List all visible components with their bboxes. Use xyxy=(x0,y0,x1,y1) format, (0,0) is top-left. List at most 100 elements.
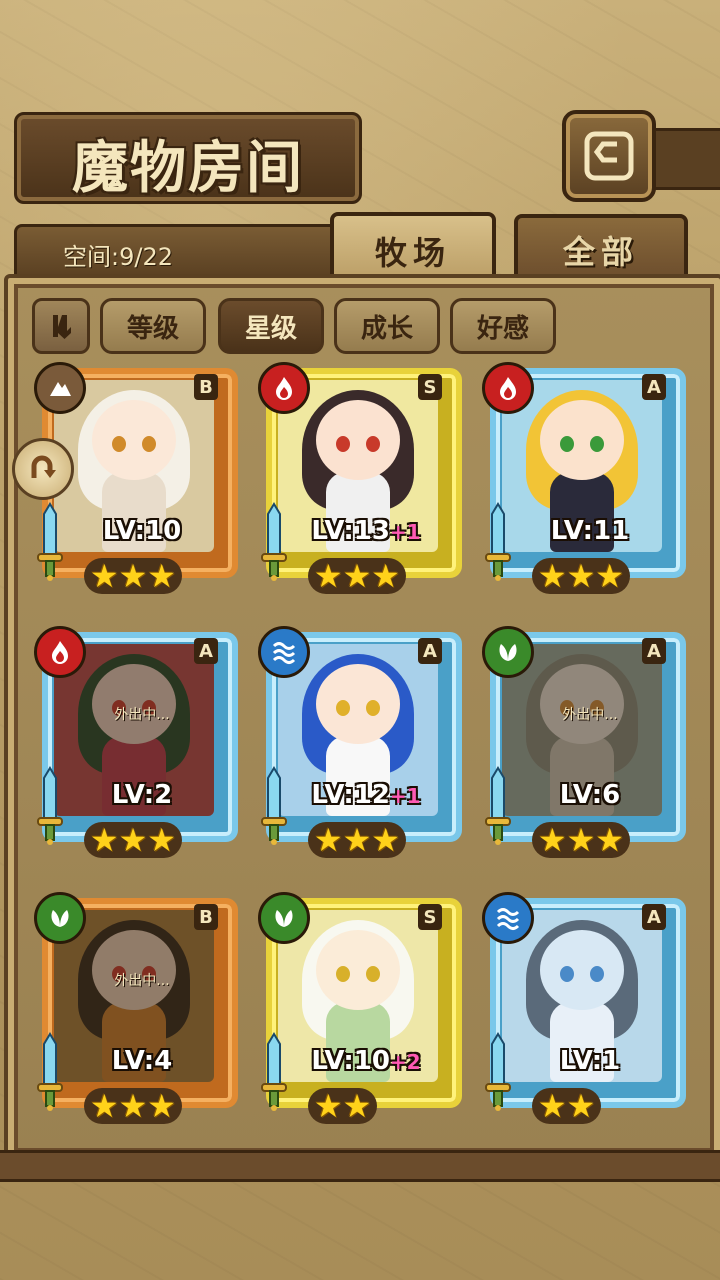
tab-all[interactable]: 全部 xyxy=(514,214,688,282)
level-label: LV:12+1 xyxy=(288,780,444,810)
sort-level-button[interactable]: 等级 xyxy=(100,298,206,354)
portrait-eye xyxy=(336,700,350,716)
pause-sort-icon xyxy=(53,315,71,339)
monster-card[interactable]: S LV:13+1 ★ ★ ★ xyxy=(258,362,462,594)
star-icon: ★ xyxy=(342,557,372,595)
star-icon: ★ xyxy=(118,1087,148,1125)
rank-badge: A xyxy=(642,904,666,930)
monster-card[interactable]: A LV:12+1 ★ ★ ★ xyxy=(258,626,462,858)
star-rating: ★ ★ ★ xyxy=(532,557,631,595)
portrait-face xyxy=(316,664,400,744)
monster-card[interactable]: A LV:1 ★ ★ xyxy=(482,892,686,1125)
sword-icon xyxy=(37,502,63,581)
portrait-eye xyxy=(366,700,380,716)
portrait-eye xyxy=(560,966,574,982)
level-value: LV:10 xyxy=(311,1046,390,1076)
fire-element-icon xyxy=(34,626,86,678)
portrait-face xyxy=(316,930,400,1010)
leaf-element-icon xyxy=(482,626,534,678)
portrait-face xyxy=(92,400,176,480)
sort-affection-button[interactable]: 好感 xyxy=(450,298,556,354)
level-value: LV:12 xyxy=(311,780,390,810)
star-rating: ★ ★ ★ xyxy=(308,557,407,595)
star-icon: ★ xyxy=(595,821,625,859)
portrait-eye xyxy=(112,436,126,452)
level-value: LV:13 xyxy=(311,516,390,546)
level-label: LV:11 xyxy=(512,516,668,546)
portrait-eye xyxy=(590,436,604,452)
sword-icon xyxy=(37,1032,63,1111)
monster-card[interactable]: S LV:10+2 ★ ★ xyxy=(258,892,462,1124)
rank-badge: B xyxy=(194,904,218,930)
away-status: 外出中... xyxy=(562,707,618,723)
capacity-bar: 空间:9/22 xyxy=(14,224,338,280)
star-icon: ★ xyxy=(118,557,148,595)
level-value: LV:1 xyxy=(559,1046,621,1076)
level-value: LV:6 xyxy=(559,780,621,810)
star-icon: ★ xyxy=(538,821,567,859)
level-label: LV:10 xyxy=(64,516,220,546)
water-element-icon xyxy=(482,892,534,944)
leaf-element-icon xyxy=(258,892,310,944)
level-value: LV:2 xyxy=(111,780,173,810)
sword-icon xyxy=(485,502,511,581)
sort-order-toggle[interactable] xyxy=(32,298,90,354)
rank-badge: B xyxy=(194,374,218,400)
sword-icon xyxy=(485,1032,511,1111)
page-title: 魔物房间 xyxy=(72,136,304,201)
curved-arrow-icon xyxy=(31,455,56,478)
star-icon: ★ xyxy=(538,1087,567,1125)
rank-badge: A xyxy=(642,374,666,400)
sort-star-button[interactable]: 星级 xyxy=(218,298,324,354)
level-label: LV:6 xyxy=(512,780,668,810)
portrait-eye xyxy=(590,966,604,982)
monster-card[interactable]: A LV:11 ★ ★ ★ xyxy=(482,362,686,594)
portrait-face xyxy=(540,400,624,480)
leaf-element-icon xyxy=(34,892,86,944)
star-icon: ★ xyxy=(147,821,177,859)
sword-icon xyxy=(37,766,63,845)
star-icon: ★ xyxy=(342,1087,372,1125)
portrait-eye xyxy=(366,436,380,452)
portrait-eye xyxy=(142,436,156,452)
rank-badge: A xyxy=(418,638,442,664)
star-icon: ★ xyxy=(314,821,343,859)
star-rating: ★ ★ ★ xyxy=(84,557,183,595)
level-bonus: +2 xyxy=(389,1050,421,1074)
star-icon: ★ xyxy=(566,557,596,595)
panel-bottom-border xyxy=(0,1150,720,1182)
back-button[interactable] xyxy=(562,110,656,202)
level-bonus: +1 xyxy=(389,784,421,808)
sort-growth-button[interactable]: 成长 xyxy=(334,298,440,354)
earth-element-icon xyxy=(34,362,86,414)
star-rating: ★ ★ ★ xyxy=(308,821,407,859)
rank-badge: A xyxy=(642,638,666,664)
star-icon: ★ xyxy=(90,1087,119,1125)
sword-icon xyxy=(485,766,511,845)
level-label: LV:10+2 xyxy=(288,1046,444,1076)
star-icon: ★ xyxy=(538,557,567,595)
star-icon: ★ xyxy=(314,1087,343,1125)
monster-card[interactable]: A 外出中... LV:6 ★ ★ ★ xyxy=(482,626,686,859)
title-banner: 魔物房间 xyxy=(14,112,362,204)
star-icon: ★ xyxy=(118,821,148,859)
portrait-eye xyxy=(336,436,350,452)
level-label: LV:13+1 xyxy=(288,516,444,546)
rank-badge: A xyxy=(194,638,218,664)
portrait-face xyxy=(540,930,624,1010)
star-icon: ★ xyxy=(90,557,119,595)
water-element-icon xyxy=(258,626,310,678)
capacity-text: 空间:9/22 xyxy=(63,243,173,271)
level-value: LV:4 xyxy=(111,1046,173,1076)
star-icon: ★ xyxy=(314,557,343,595)
monster-card[interactable]: B 外出中... LV:4 ★ ★ ★ xyxy=(34,892,238,1125)
star-rating: ★ ★ xyxy=(308,1087,378,1125)
star-icon: ★ xyxy=(90,821,119,859)
side-return-icon[interactable] xyxy=(12,438,74,500)
level-value: LV:11 xyxy=(550,516,630,546)
monster-card[interactable]: A 外出中... LV:2 ★ ★ ★ xyxy=(34,626,238,859)
portrait-eye xyxy=(336,966,350,982)
sword-icon xyxy=(261,1032,287,1111)
level-label: LV:4 xyxy=(64,1046,220,1076)
away-status: 外出中... xyxy=(114,973,170,989)
